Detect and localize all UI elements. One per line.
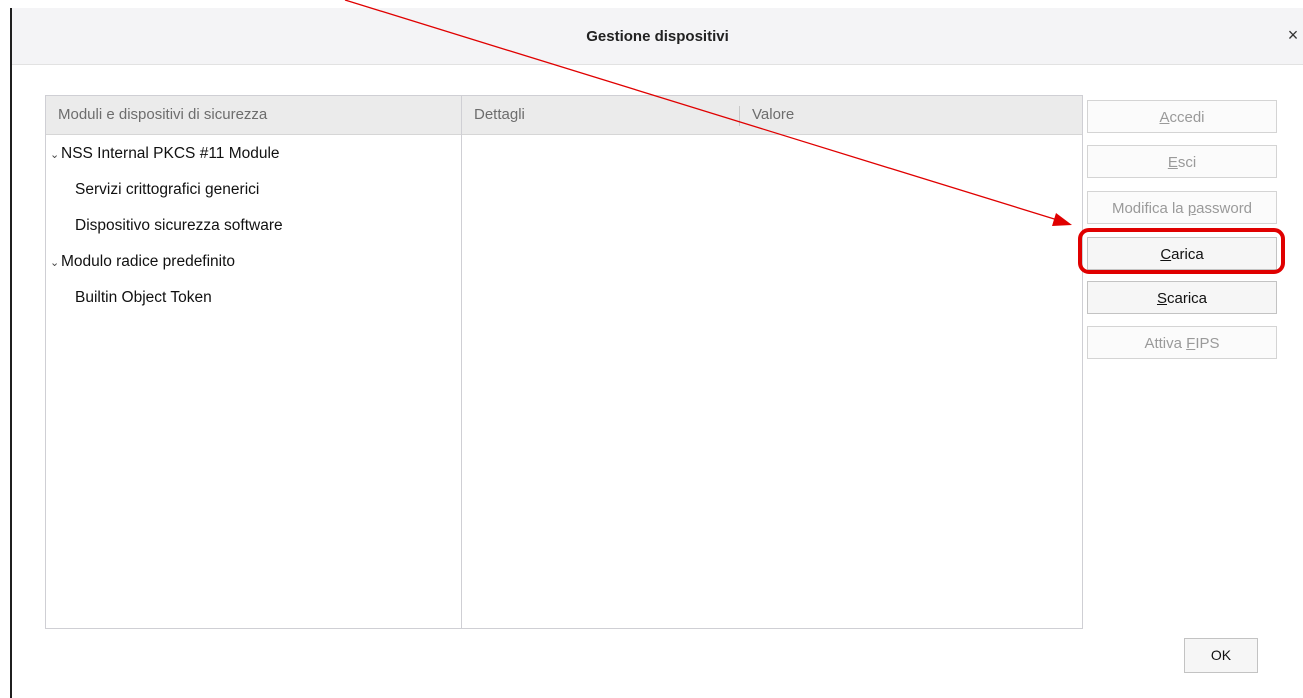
modules-tree[interactable]: Moduli e dispositivi di sicurezza ⌄ NSS I… bbox=[45, 95, 462, 629]
tree-item-root-module[interactable]: ⌄ Modulo radice predefinito bbox=[50, 253, 235, 271]
tree-item-software-device[interactable]: Dispositivo sicurezza software bbox=[75, 217, 283, 235]
enable-fips-button[interactable]: Attiva FIPS bbox=[1087, 326, 1277, 359]
tree-item-nss-internal[interactable]: ⌄ NSS Internal PKCS #11 Module bbox=[50, 145, 280, 163]
column-details[interactable]: Dettagli bbox=[474, 106, 525, 123]
login-button[interactable]: Accedi bbox=[1087, 100, 1277, 133]
tree-column-header[interactable]: Moduli e dispositivi di sicurezza bbox=[46, 96, 461, 135]
dialog-title: Gestione dispositivi bbox=[586, 28, 729, 45]
details-table[interactable]: Dettagli Valore bbox=[461, 95, 1083, 629]
device-manager-dialog: Gestione dispositivi × Moduli e disposit… bbox=[12, 8, 1303, 698]
chevron-down-icon[interactable]: ⌄ bbox=[50, 256, 61, 269]
load-button[interactable]: Carica bbox=[1087, 237, 1277, 270]
column-value[interactable]: Valore bbox=[752, 106, 794, 123]
change-password-button[interactable]: Modifica la password bbox=[1087, 191, 1277, 224]
column-divider[interactable] bbox=[739, 106, 740, 126]
tree-item-generic-crypto[interactable]: Servizi crittografici generici bbox=[75, 181, 259, 199]
close-icon[interactable]: × bbox=[1283, 25, 1303, 46]
background-window-edge bbox=[0, 0, 12, 698]
unload-button[interactable]: Scarica bbox=[1087, 281, 1277, 314]
tree-header-label: Moduli e dispositivi di sicurezza bbox=[58, 106, 268, 123]
details-column-header: Dettagli Valore bbox=[462, 96, 1082, 135]
title-bar: Gestione dispositivi × bbox=[12, 8, 1303, 65]
chevron-down-icon[interactable]: ⌄ bbox=[50, 148, 61, 161]
tree-item-builtin-token[interactable]: Builtin Object Token bbox=[75, 289, 212, 307]
ok-button[interactable]: OK bbox=[1184, 638, 1258, 673]
logout-button[interactable]: Esci bbox=[1087, 145, 1277, 178]
